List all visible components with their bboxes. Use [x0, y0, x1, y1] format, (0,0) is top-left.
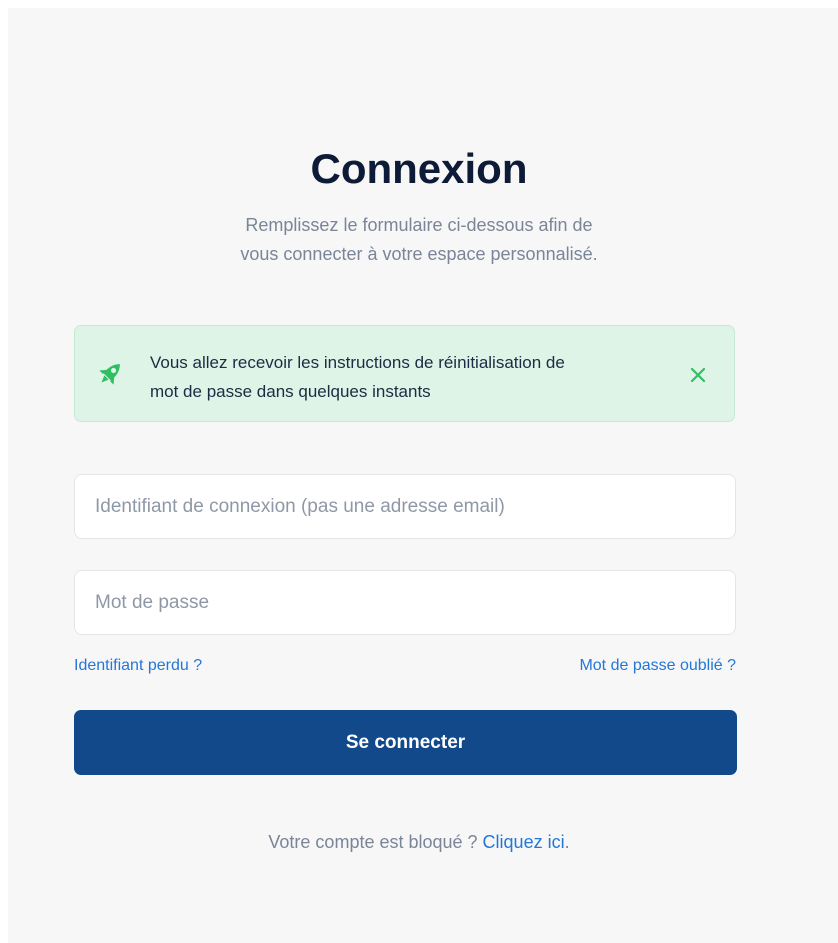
- alert-message: Vous allez recevoir les instructions de …: [150, 348, 690, 406]
- close-icon[interactable]: [687, 364, 709, 386]
- page-title: Connexion: [310, 145, 528, 192]
- password-input[interactable]: [74, 570, 736, 635]
- forgot-password-link[interactable]: Mot de passe oublié ?: [579, 655, 736, 677]
- blocked-account-notice: Votre compte est bloqué ? Cliquez ici.: [0, 829, 838, 855]
- unlock-account-link[interactable]: Cliquez ici: [483, 832, 565, 852]
- alert-message-line-1: Vous allez recevoir les instructions de …: [150, 353, 565, 372]
- blocked-account-text: Votre compte est bloqué ?: [268, 832, 483, 852]
- rocket-icon: [99, 364, 120, 385]
- login-id-input[interactable]: [74, 474, 736, 539]
- lost-login-link[interactable]: Identifiant perdu ?: [74, 655, 202, 677]
- page-subtitle: Remplissez le formulaire ci-dessous afin…: [0, 211, 838, 269]
- blocked-account-suffix: .: [564, 832, 570, 852]
- login-button[interactable]: Se connecter: [74, 710, 737, 775]
- subtitle-line-2: vous connecter à votre espace personnali…: [240, 244, 598, 264]
- alert-message-line-2: mot de passe dans quelques instants: [150, 382, 431, 401]
- success-alert: Vous allez recevoir les instructions de …: [74, 325, 735, 422]
- subtitle-line-1: Remplissez le formulaire ci-dessous afin…: [245, 215, 593, 235]
